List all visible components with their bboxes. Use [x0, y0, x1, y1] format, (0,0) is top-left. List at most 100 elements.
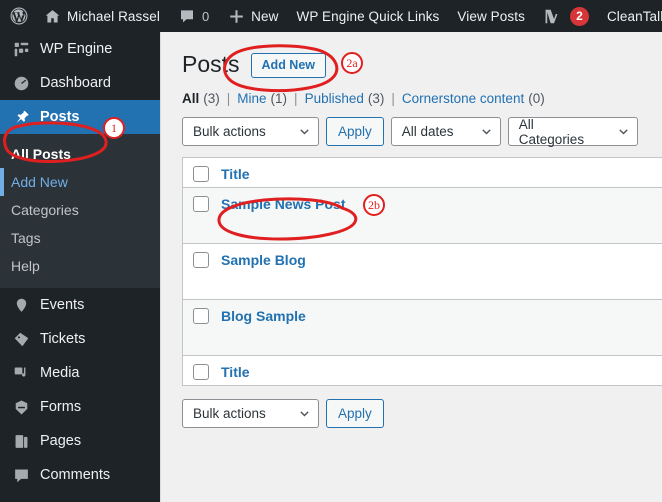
admin-bar-new-content[interactable]: New: [218, 0, 287, 32]
table-footer-title-cell[interactable]: Title: [221, 356, 250, 382]
submenu-item-all-posts[interactable]: All Posts: [0, 140, 160, 168]
sidebar-item-tickets[interactable]: Tickets: [0, 322, 160, 356]
row-checkbox-blog-sample[interactable]: [193, 308, 209, 324]
sidebar-item-media[interactable]: Media: [0, 356, 160, 390]
admin-bar-new-content-label: New: [251, 8, 279, 24]
tablenav-top: Bulk actions Apply All dates All Categor…: [182, 116, 662, 147]
bulk-actions-select-top-value: Bulk actions: [193, 124, 266, 139]
date-filter-select[interactable]: All dates: [390, 117, 501, 146]
table-row: Blog Sample: [183, 300, 662, 356]
pages-icon: [11, 431, 31, 451]
bulk-actions-select-bottom-value: Bulk actions: [193, 406, 266, 421]
table-header-title-cell[interactable]: Title: [221, 158, 250, 184]
view-separator-2: |: [294, 91, 298, 106]
view-link-mine[interactable]: Mine: [237, 91, 266, 106]
view-separator-1: |: [226, 91, 231, 106]
sidebar-item-dashboard[interactable]: Dashboard: [0, 66, 160, 100]
posts-table: Title Sample News Post Sample Blog Blog …: [182, 157, 662, 386]
wordpress-icon: [10, 7, 28, 25]
table-row: Sample Blog: [183, 244, 662, 300]
admin-bar-view-posts[interactable]: View Posts: [448, 0, 534, 32]
date-filter-select-value: All dates: [401, 124, 454, 139]
sidebar-item-comments[interactable]: Comments: [0, 458, 160, 492]
admin-bar-site-name-label: Michael Rassel: [67, 8, 160, 24]
admin-bar-comments[interactable]: 0: [169, 0, 218, 32]
column-footer-title[interactable]: Title: [221, 364, 250, 380]
sidebar-item-forms[interactable]: Forms: [0, 390, 160, 424]
view-link-all[interactable]: All: [182, 91, 199, 106]
sidebar-item-media-label: Media: [40, 365, 80, 381]
apply-button-top[interactable]: Apply: [326, 117, 384, 146]
admin-bar-wp-engine-quick-links[interactable]: WP Engine Quick Links: [287, 0, 448, 32]
page-header: Posts Add New: [182, 50, 662, 80]
category-filter-select[interactable]: All Categories: [507, 116, 638, 147]
admin-bar-site-name[interactable]: Michael Rassel: [34, 0, 169, 32]
yoast-notification-badge: 2: [569, 6, 589, 26]
sidebar-item-wp-engine[interactable]: WP Engine: [0, 32, 160, 66]
home-icon: [43, 7, 61, 25]
forms-icon: [11, 397, 31, 417]
view-count-cornerstone-content: (0): [528, 91, 545, 106]
select-all-checkbox-cell[interactable]: [183, 356, 221, 380]
row-title-cell: Sample Blog: [221, 244, 306, 270]
sidebar-item-comments-label: Comments: [40, 467, 111, 483]
sidebar-item-tickets-label: Tickets: [40, 331, 86, 347]
select-all-checkbox-top[interactable]: [193, 166, 209, 182]
select-all-checkbox-bottom[interactable]: [193, 364, 209, 380]
main-content: Posts Add New All (3) | Mine (1) | Publi…: [160, 32, 662, 502]
row-checkbox-cell[interactable]: [183, 244, 221, 268]
column-header-title[interactable]: Title: [221, 166, 250, 182]
row-checkbox-sample-news-post[interactable]: [193, 196, 209, 212]
bulk-actions-select-bottom[interactable]: Bulk actions: [182, 399, 319, 428]
sidebar-item-posts-label: Posts: [40, 109, 80, 125]
bulk-actions-select-top[interactable]: Bulk actions: [182, 117, 319, 146]
view-link-published[interactable]: Published: [305, 91, 364, 106]
table-footer-row: Title: [183, 356, 662, 386]
admin-bar-wordpress-logo[interactable]: [0, 0, 34, 32]
table-header-row: Title: [183, 158, 662, 188]
sidebar-item-pages[interactable]: Pages: [0, 424, 160, 458]
add-new-button[interactable]: Add New: [250, 52, 327, 78]
row-checkbox-sample-blog[interactable]: [193, 252, 209, 268]
blog-sample-link[interactable]: Blog Sample: [221, 308, 306, 324]
admin-bar-cleantalk-label: CleanTalk: [606, 8, 662, 24]
pin-icon: [11, 107, 31, 127]
apply-button-bottom[interactable]: Apply: [326, 399, 384, 428]
annotation-label-2a: 2a: [341, 52, 363, 74]
submenu-item-categories[interactable]: Categories: [0, 196, 160, 224]
events-icon: [11, 295, 31, 315]
sidebar-item-events-label: Events: [40, 297, 85, 313]
sample-news-post-link[interactable]: Sample News Post: [221, 196, 346, 212]
dashboard-icon: [11, 73, 31, 93]
admin-bar-comments-count: 0: [201, 8, 210, 24]
sidebar-item-events[interactable]: Events: [0, 288, 160, 322]
submenu-item-add-new[interactable]: Add New: [0, 168, 160, 196]
view-count-all: (3): [203, 91, 220, 106]
admin-bar-cleantalk[interactable]: CleanTalk: [598, 0, 662, 32]
sample-blog-link[interactable]: Sample Blog: [221, 252, 306, 268]
submenu-item-help[interactable]: Help: [0, 252, 160, 280]
annotation-label-2b: 2b: [363, 194, 385, 216]
admin-bar-wp-engine-quick-links-label: WP Engine Quick Links: [296, 8, 440, 24]
admin-bar-view-posts-label: View Posts: [457, 8, 525, 24]
row-title-cell: Blog Sample: [221, 300, 306, 326]
yoast-icon: [543, 7, 561, 25]
chevron-down-icon: [618, 126, 629, 137]
submenu-item-tags[interactable]: Tags: [0, 224, 160, 252]
row-checkbox-cell[interactable]: [183, 188, 221, 212]
page-title: Posts: [182, 51, 240, 78]
wpengine-icon: [11, 39, 31, 59]
select-all-checkbox-cell[interactable]: [183, 158, 221, 182]
comments-icon: [11, 465, 31, 485]
view-link-cornerstone-content[interactable]: Cornerstone content: [402, 91, 524, 106]
admin-bar-yoast-seo[interactable]: 2: [534, 0, 598, 32]
plus-icon: [227, 7, 245, 25]
view-separator-3: |: [391, 91, 395, 106]
comment-bubble-icon: [178, 7, 196, 25]
sidebar-item-posts[interactable]: Posts: [0, 100, 168, 134]
admin-sidebar-menu: WP Engine Dashboard Posts All Posts Add …: [0, 32, 168, 502]
sidebar-item-forms-label: Forms: [40, 399, 82, 415]
view-count-published: (3): [367, 91, 385, 106]
row-checkbox-cell[interactable]: [183, 300, 221, 324]
category-filter-select-value: All Categories: [518, 116, 585, 147]
